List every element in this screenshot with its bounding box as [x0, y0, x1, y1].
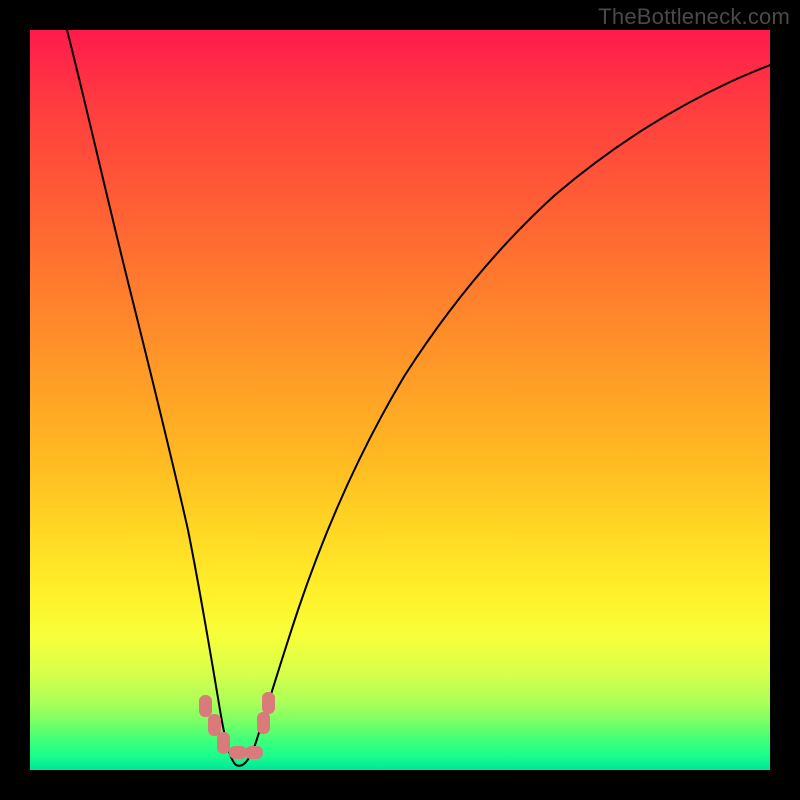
- marker-dot: [245, 746, 263, 759]
- marker-dot: [262, 692, 275, 714]
- marker-dot: [257, 712, 270, 734]
- marker-dot: [208, 714, 221, 736]
- plot-area: [30, 30, 770, 770]
- chart-frame: TheBottleneck.com: [0, 0, 800, 800]
- watermark-text: TheBottleneck.com: [598, 4, 790, 30]
- marker-dot: [229, 746, 247, 759]
- marker-dot: [199, 695, 212, 717]
- marker-dot: [217, 732, 230, 754]
- curve-svg: [30, 30, 770, 770]
- valley-markers: [199, 692, 275, 759]
- bottleneck-curve: [67, 30, 770, 766]
